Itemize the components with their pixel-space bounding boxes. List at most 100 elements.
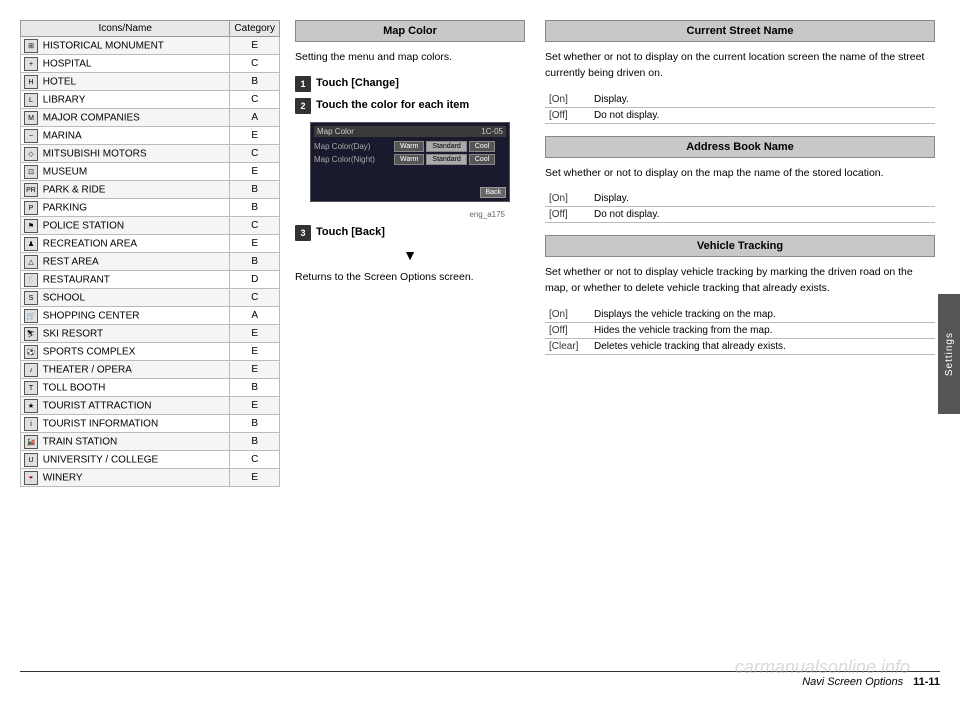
right-column: Current Street Name Set whether or not t… xyxy=(540,20,940,667)
poi-row: T TOLL BOOTH B xyxy=(21,379,280,397)
poi-icon: ★ xyxy=(24,399,38,413)
address-book-description: Set whether or not to display on the map… xyxy=(545,166,935,182)
poi-row: △ REST AREA B xyxy=(21,253,280,271)
poi-category: E xyxy=(230,235,280,253)
page: Icons/Name Category ⊞ HISTORICAL MONUMEN… xyxy=(0,0,960,708)
step-2: 2 Touch the color for each item xyxy=(295,98,525,114)
warm-btn-day[interactable]: Warm xyxy=(394,141,424,152)
option-key: [Clear] xyxy=(545,338,590,354)
poi-icon: U xyxy=(24,453,38,467)
poi-category: D xyxy=(230,271,280,289)
poi-icon: T xyxy=(24,381,38,395)
poi-icon: ⊡ xyxy=(24,165,38,179)
poi-category: E xyxy=(230,127,280,145)
poi-icon: PR xyxy=(24,183,38,197)
poi-name: PARKING xyxy=(43,202,87,213)
poi-row: ⚽ SPORTS COMPLEX E xyxy=(21,343,280,361)
watermark: carmanualsonline.info xyxy=(735,657,910,678)
screen-back-button[interactable]: Back xyxy=(480,187,506,198)
poi-name: TOURIST INFORMATION xyxy=(43,418,159,429)
poi-name-cell: ★ TOURIST ATTRACTION xyxy=(21,397,230,415)
poi-name: RESTAURANT xyxy=(43,274,110,285)
poi-icon: i xyxy=(24,417,38,431)
poi-row: H HOTEL B xyxy=(21,73,280,91)
poi-name: PARK & RIDE xyxy=(43,184,106,195)
poi-name-cell: ♪ THEATER / OPERA xyxy=(21,361,230,379)
address-book-title: Address Book Name xyxy=(545,136,935,158)
option-value: Display. xyxy=(590,191,935,207)
map-color-title: Map Color xyxy=(295,20,525,42)
poi-name-cell: H HOTEL xyxy=(21,73,230,91)
poi-row: 🍷 WINERY E xyxy=(21,469,280,487)
poi-category: A xyxy=(230,307,280,325)
vehicle-tracking-options: [On]Displays the vehicle tracking on the… xyxy=(545,307,935,355)
vehicle-tracking-section: Vehicle Tracking Set whether or not to d… xyxy=(545,235,935,355)
screen-row-2: Map Color(Night) Warm Standard Cool xyxy=(314,154,506,165)
poi-icon: ◇ xyxy=(24,147,38,161)
poi-category: B xyxy=(230,181,280,199)
step-3-text: Touch [Back] xyxy=(316,225,385,240)
standard-btn-day[interactable]: Standard xyxy=(426,141,466,152)
poi-name: MAJOR COMPANIES xyxy=(43,112,140,123)
option-row: [On]Display. xyxy=(545,92,935,108)
poi-name-cell: 🍷 WINERY xyxy=(21,469,230,487)
poi-row: ⛷ SKI RESORT E xyxy=(21,325,280,343)
poi-row: ⚑ POLICE STATION C xyxy=(21,217,280,235)
option-row: [On]Displays the vehicle tracking on the… xyxy=(545,307,935,323)
poi-icon: △ xyxy=(24,255,38,269)
screen-row-1: Map Color(Day) Warm Standard Cool xyxy=(314,141,506,152)
option-value: Do not display. xyxy=(590,107,935,123)
cool-btn-day[interactable]: Cool xyxy=(469,141,495,152)
poi-category: E xyxy=(230,37,280,55)
step-3: 3 Touch [Back] xyxy=(295,225,525,241)
poi-row: 🛒 SHOPPING CENTER A xyxy=(21,307,280,325)
page-number: 11-11 xyxy=(913,676,940,688)
poi-category: B xyxy=(230,433,280,451)
poi-icon: L xyxy=(24,93,38,107)
poi-name: TRAIN STATION xyxy=(43,436,118,447)
poi-name-cell: ♟ RECREATION AREA xyxy=(21,235,230,253)
standard-btn-night[interactable]: Standard xyxy=(426,154,466,165)
poi-category: C xyxy=(230,451,280,469)
poi-row: ~ MARINA E xyxy=(21,127,280,145)
option-key: [On] xyxy=(545,92,590,108)
step-1: 1 Touch [Change] xyxy=(295,76,525,92)
poi-name-cell: ⊞ HISTORICAL MONUMENT xyxy=(21,37,230,55)
poi-name: SPORTS COMPLEX xyxy=(43,346,136,357)
step-1-number: 1 xyxy=(295,76,311,92)
poi-icon: M xyxy=(24,111,38,125)
poi-name-cell: S SCHOOL xyxy=(21,289,230,307)
poi-row: L LIBRARY C xyxy=(21,91,280,109)
option-row: [Off]Hides the vehicle tracking from the… xyxy=(545,322,935,338)
poi-icon: 🍷 xyxy=(24,471,38,485)
poi-name: SCHOOL xyxy=(43,292,85,303)
poi-row: ⊡ MUSEUM E xyxy=(21,163,280,181)
poi-name: TOURIST ATTRACTION xyxy=(43,400,152,411)
warm-btn-night[interactable]: Warm xyxy=(394,154,424,165)
poi-name: HISTORICAL MONUMENT xyxy=(43,40,164,51)
poi-icon: ♪ xyxy=(24,363,38,377)
poi-icon: ⊞ xyxy=(24,39,38,53)
option-value: Displays the vehicle tracking on the map… xyxy=(590,307,935,323)
poi-row: PR PARK & RIDE B xyxy=(21,181,280,199)
poi-category: C xyxy=(230,55,280,73)
option-row: [On]Display. xyxy=(545,191,935,207)
image-caption: eng_a175 xyxy=(295,210,505,219)
map-color-description: Setting the menu and map colors. xyxy=(295,50,525,66)
step-3-number: 3 xyxy=(295,225,311,241)
poi-icon: H xyxy=(24,75,38,89)
option-key: [On] xyxy=(545,307,590,323)
poi-category: E xyxy=(230,361,280,379)
poi-name-cell: i TOURIST INFORMATION xyxy=(21,415,230,433)
option-value: Deletes vehicle tracking that already ex… xyxy=(590,338,935,354)
poi-table-column: Icons/Name Category ⊞ HISTORICAL MONUMEN… xyxy=(20,20,280,667)
current-street-description: Set whether or not to display on the cur… xyxy=(545,50,935,82)
map-color-column: Map Color Setting the menu and map color… xyxy=(290,20,530,667)
poi-row: ◇ MITSUBISHI MOTORS C xyxy=(21,145,280,163)
option-key: [Off] xyxy=(545,322,590,338)
poi-name-cell: ⚽ SPORTS COMPLEX xyxy=(21,343,230,361)
poi-name-cell: P PARKING xyxy=(21,199,230,217)
poi-name: TOLL BOOTH xyxy=(43,382,106,393)
option-key: [Off] xyxy=(545,107,590,123)
cool-btn-night[interactable]: Cool xyxy=(469,154,495,165)
